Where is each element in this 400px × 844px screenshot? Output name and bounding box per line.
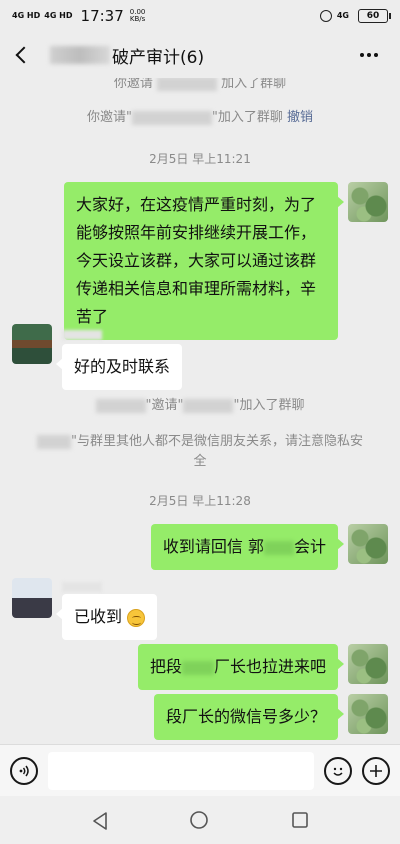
message-row: 好的及时联系 bbox=[12, 324, 183, 390]
input-bar bbox=[0, 744, 400, 796]
title-redacted bbox=[50, 46, 110, 64]
timestamp: 2月5日 早上11:21 bbox=[149, 152, 251, 166]
system-text: 你邀请 bbox=[113, 78, 153, 91]
timestamp: 2月5日 早上11:28 bbox=[149, 494, 251, 508]
network-label: 4G bbox=[336, 11, 349, 20]
system-message: 你邀请 加入了群聊 bbox=[0, 78, 400, 94]
system-text: "邀请" bbox=[145, 398, 184, 413]
message-bubble[interactable]: 收到请回信 郭 会计 bbox=[150, 524, 345, 570]
battery-icon: 60 bbox=[358, 9, 391, 23]
chat-header: 破产审计(6) bbox=[0, 32, 400, 78]
voice-icon[interactable] bbox=[10, 756, 38, 785]
avatar[interactable] bbox=[348, 644, 388, 684]
message-bubble[interactable]: 段厂长的微信号多少？ bbox=[153, 694, 345, 740]
more-dots-icon[interactable] bbox=[360, 53, 378, 57]
redacted-name bbox=[131, 110, 212, 125]
message-input[interactable] bbox=[48, 751, 314, 790]
redacted-name bbox=[183, 398, 234, 413]
signal-icon-1: 4G HD bbox=[12, 11, 41, 20]
plus-icon[interactable] bbox=[362, 756, 390, 785]
chat-area[interactable]: 你邀请 加入了群聊 你邀请" "加入了群聊 撤销 2月5日 早上11:21 大家好… bbox=[0, 78, 400, 744]
message-bubble[interactable]: 已收到 bbox=[55, 594, 158, 640]
back-arrow-icon[interactable] bbox=[15, 46, 33, 64]
message-text: 把段 bbox=[149, 657, 182, 676]
nav-back-icon[interactable] bbox=[91, 811, 107, 830]
message-row: 收到请回信 郭 会计 bbox=[150, 524, 388, 570]
sender-name-redacted bbox=[62, 582, 102, 592]
system-text: 加入了群聊 bbox=[221, 78, 287, 91]
redacted-name bbox=[95, 398, 146, 413]
avatar[interactable] bbox=[12, 324, 52, 364]
message-row: 已收到 bbox=[12, 578, 158, 640]
system-message: "与群里其他人都不是微信朋友关系，请注意隐私安全 bbox=[0, 432, 400, 471]
system-message: "邀请" "加入了群聊 bbox=[0, 396, 400, 416]
smile-emoji-icon bbox=[127, 608, 146, 627]
signal-icon-2: 4G HD bbox=[44, 11, 73, 20]
redacted-name bbox=[157, 78, 217, 91]
sender-name-redacted bbox=[62, 330, 102, 340]
message-row: 段厂长的微信号多少？ bbox=[153, 694, 388, 740]
message-bubble[interactable]: 大家好，在这疫情严重时刻，为了能够按照年前安排继续开展工作，今天设立该群，大家可… bbox=[64, 182, 344, 340]
avatar[interactable] bbox=[348, 694, 388, 734]
message-bubble[interactable]: 好的及时联系 bbox=[55, 344, 183, 390]
undo-link[interactable]: 撤销 bbox=[287, 110, 313, 125]
message-text: 已收到 bbox=[74, 607, 123, 626]
network-speed: 0.00 KB/s bbox=[130, 9, 146, 23]
redacted-name bbox=[37, 434, 71, 449]
chat-title: 破产审计(6) bbox=[112, 47, 205, 68]
avatar[interactable] bbox=[12, 578, 52, 618]
message-row: 把段 厂长也拉进来吧 bbox=[137, 644, 388, 690]
nav-recent-icon[interactable] bbox=[291, 811, 309, 829]
message-text: 会计 bbox=[293, 537, 326, 556]
message-text: 厂长也拉进来吧 bbox=[213, 657, 326, 676]
system-message: 你邀请" "加入了群聊 撤销 bbox=[0, 108, 400, 128]
avatar[interactable] bbox=[348, 182, 388, 222]
emoji-icon[interactable] bbox=[324, 756, 352, 785]
redacted-name bbox=[263, 540, 294, 555]
battery-level: 60 bbox=[366, 11, 380, 21]
network-speed-unit: KB/s bbox=[129, 15, 146, 23]
status-bar: 4G HD 4G HD 17:37 0.00 KB/s 4G 60 bbox=[0, 0, 400, 32]
system-text: "加入了群聊 bbox=[233, 398, 305, 413]
system-text: 你邀请" bbox=[86, 110, 132, 125]
nav-home-icon[interactable] bbox=[189, 810, 209, 830]
system-text: "与群里其他人都不是微信朋友关系，请注意隐私安全 bbox=[71, 434, 363, 469]
system-text: "加入了群聊 bbox=[211, 110, 283, 125]
message-text: 收到请回信 郭 bbox=[162, 537, 264, 556]
status-time: 17:37 bbox=[80, 7, 124, 25]
avatar[interactable] bbox=[348, 524, 388, 564]
message-bubble[interactable]: 把段 厂长也拉进来吧 bbox=[137, 644, 345, 690]
alarm-icon bbox=[319, 10, 332, 22]
message-row: 大家好，在这疫情严重时刻，为了能够按照年前安排继续开展工作，今天设立该群，大家可… bbox=[64, 182, 388, 340]
system-nav-bar bbox=[0, 796, 400, 844]
redacted-name bbox=[181, 660, 214, 675]
